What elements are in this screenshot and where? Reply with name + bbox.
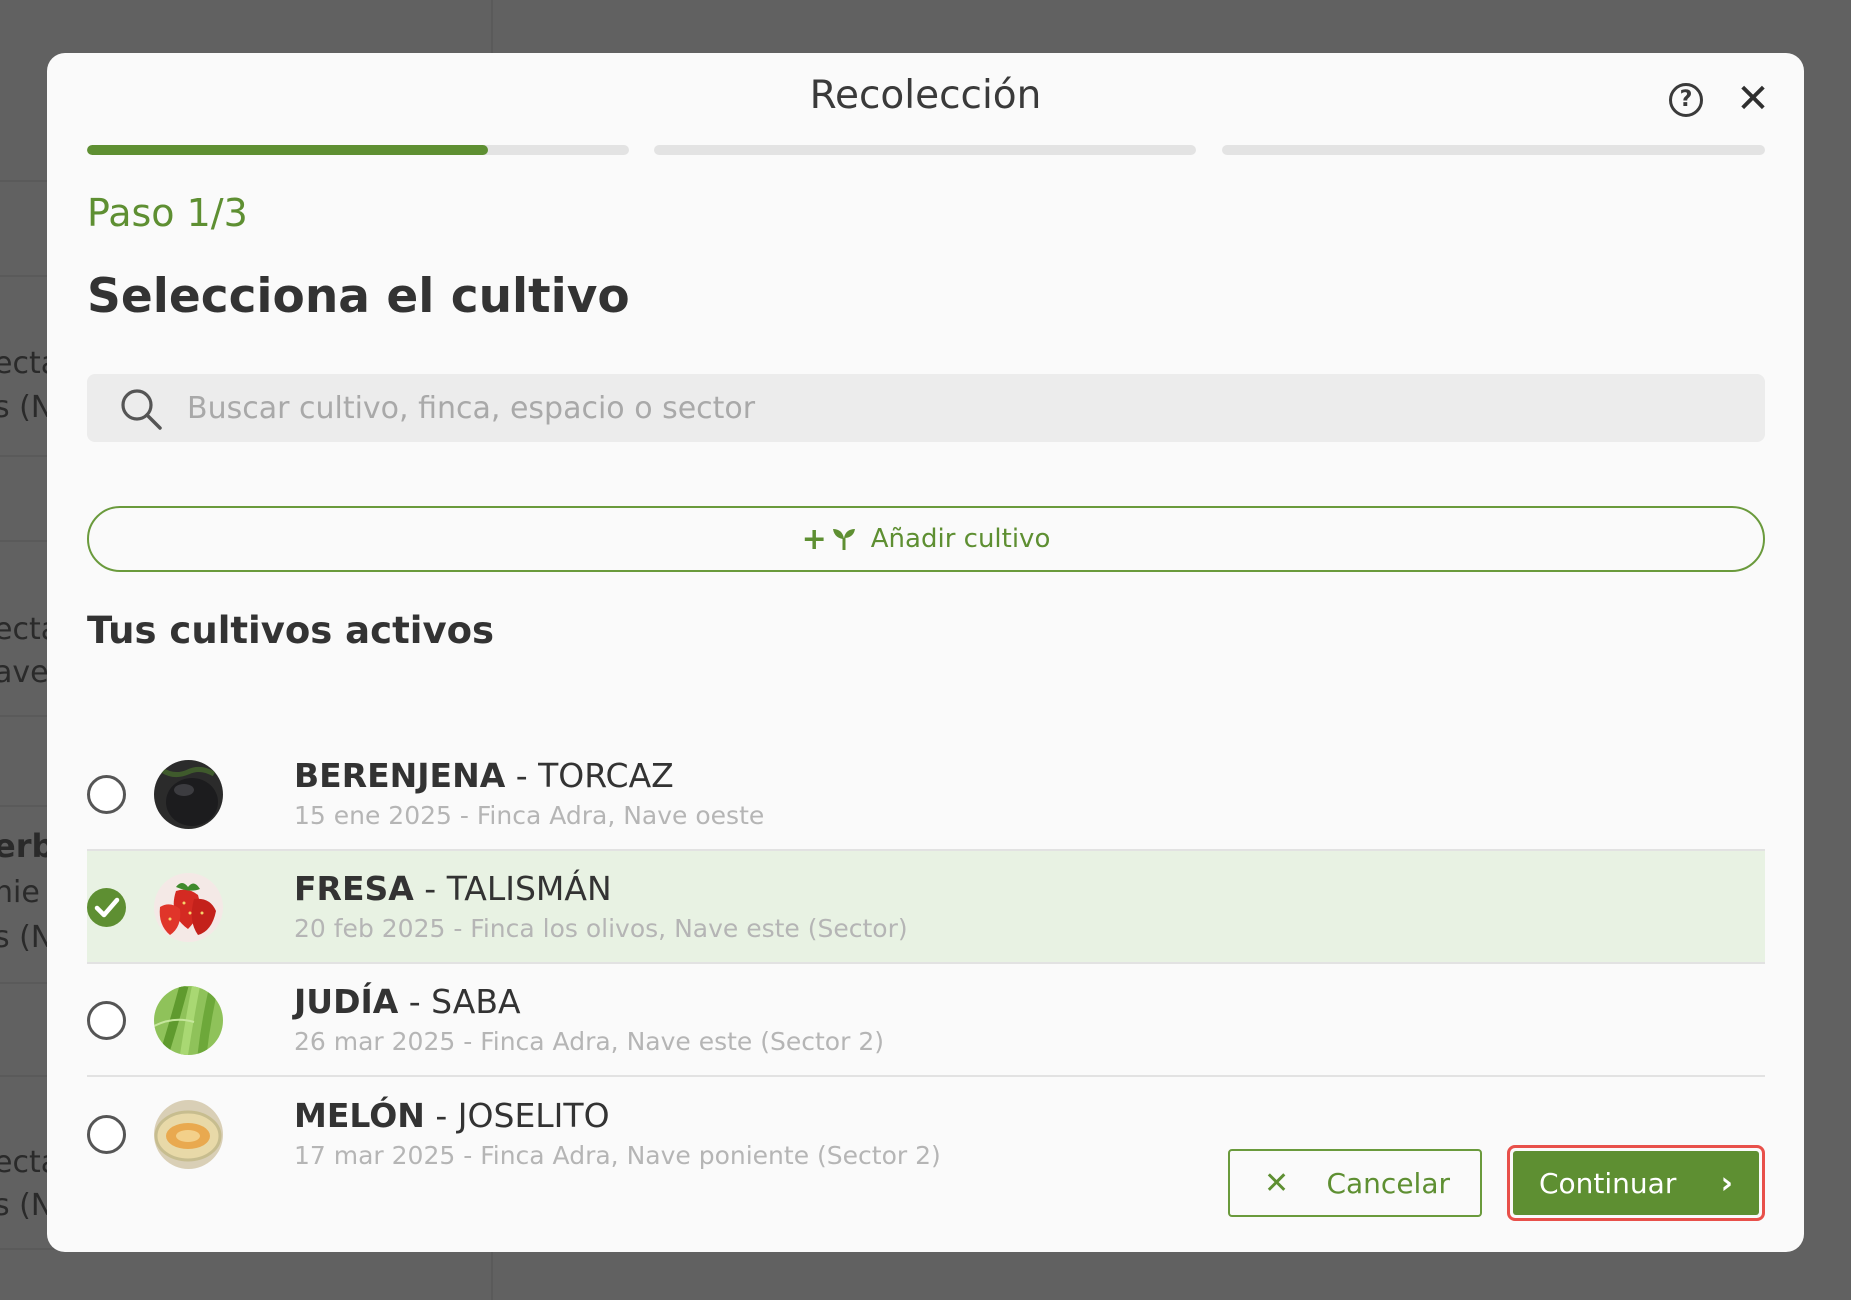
- progress-step-1-fill: [87, 145, 489, 155]
- progress-step-2: [654, 145, 1196, 155]
- crop-variety: - JOSELITO: [424, 1096, 610, 1135]
- crop-title: BERENJENA - TORCAZ: [294, 756, 674, 795]
- crop-name: BERENJENA: [294, 756, 506, 795]
- crop-title: FRESA - TALISMÁN: [294, 869, 612, 908]
- crop-variety: - TALISMÁN: [413, 869, 612, 908]
- crop-title: MELÓN - JOSELITO: [294, 1096, 610, 1135]
- background-text: s (N: [0, 1188, 54, 1223]
- search-input[interactable]: [187, 374, 1747, 442]
- add-crop-button[interactable]: + Añadir cultivo: [87, 506, 1765, 572]
- background-text: s (N: [0, 390, 54, 425]
- green-bean-image: [154, 986, 223, 1055]
- cancel-button[interactable]: ✕ Cancelar: [1228, 1149, 1482, 1217]
- harvest-modal: Recolección ? ✕ Paso 1/3 Selecciona el c…: [47, 53, 1804, 1252]
- radio-button[interactable]: [87, 1115, 126, 1154]
- crop-variety: - SABA: [398, 982, 521, 1021]
- strawberry-image: [154, 873, 223, 942]
- plus-icon: +: [801, 521, 827, 557]
- crop-name: MELÓN: [294, 1096, 425, 1135]
- divider: [87, 1075, 1765, 1077]
- progress-step-3: [1222, 145, 1765, 155]
- search-icon: [121, 389, 162, 430]
- add-crop-label: Añadir cultivo: [870, 524, 1051, 554]
- chevron-right-icon: ›: [1720, 1165, 1733, 1201]
- continue-focus-ring: Continuar ›: [1507, 1145, 1765, 1221]
- search-box: [87, 374, 1765, 442]
- check-icon: [94, 897, 120, 918]
- close-icon: ✕: [1264, 1165, 1290, 1201]
- crop-name: JUDÍA: [294, 982, 399, 1021]
- radio-button[interactable]: [87, 775, 126, 814]
- eggplant-image: [154, 760, 223, 829]
- page-title: Selecciona el cultivo: [87, 269, 630, 324]
- list-item[interactable]: BERENJENA - TORCAZ 15 ene 2025 - Finca A…: [87, 738, 1765, 851]
- crop-meta: 20 feb 2025 - Finca los olivos, Nave est…: [294, 914, 908, 943]
- radio-button-checked[interactable]: [87, 888, 126, 927]
- background-text: hie: [0, 875, 40, 910]
- crop-variety: - TORCAZ: [505, 756, 674, 795]
- progress-step-1: [87, 145, 629, 155]
- modal-title: Recolección: [809, 73, 1042, 118]
- crop-title: JUDÍA - SABA: [294, 982, 521, 1021]
- close-icon[interactable]: ✕: [1735, 79, 1771, 119]
- section-title: Tus cultivos activos: [87, 609, 495, 652]
- melon-image: [154, 1100, 223, 1169]
- step-label: Paso 1/3: [87, 191, 248, 235]
- crop-meta: 26 mar 2025 - Finca Adra, Nave este (Sec…: [294, 1027, 884, 1056]
- crop-meta: 17 mar 2025 - Finca Adra, Nave poniente …: [294, 1141, 941, 1170]
- list-item[interactable]: JUDÍA - SABA 26 mar 2025 - Finca Adra, N…: [87, 964, 1765, 1077]
- crop-meta: 15 ene 2025 - Finca Adra, Nave oeste: [294, 801, 765, 830]
- list-item[interactable]: FRESA - TALISMÁN 20 feb 2025 - Finca los…: [87, 851, 1765, 964]
- help-icon[interactable]: ?: [1669, 83, 1703, 117]
- sprout-icon: [832, 529, 855, 550]
- cancel-label: Cancelar: [1326, 1166, 1450, 1200]
- continue-label: Continuar: [1539, 1166, 1677, 1200]
- continue-button[interactable]: Continuar ›: [1513, 1151, 1759, 1215]
- background-text: s (N: [0, 920, 54, 955]
- radio-button[interactable]: [87, 1001, 126, 1040]
- background-text: ave: [0, 655, 49, 690]
- crop-name: FRESA: [294, 869, 414, 908]
